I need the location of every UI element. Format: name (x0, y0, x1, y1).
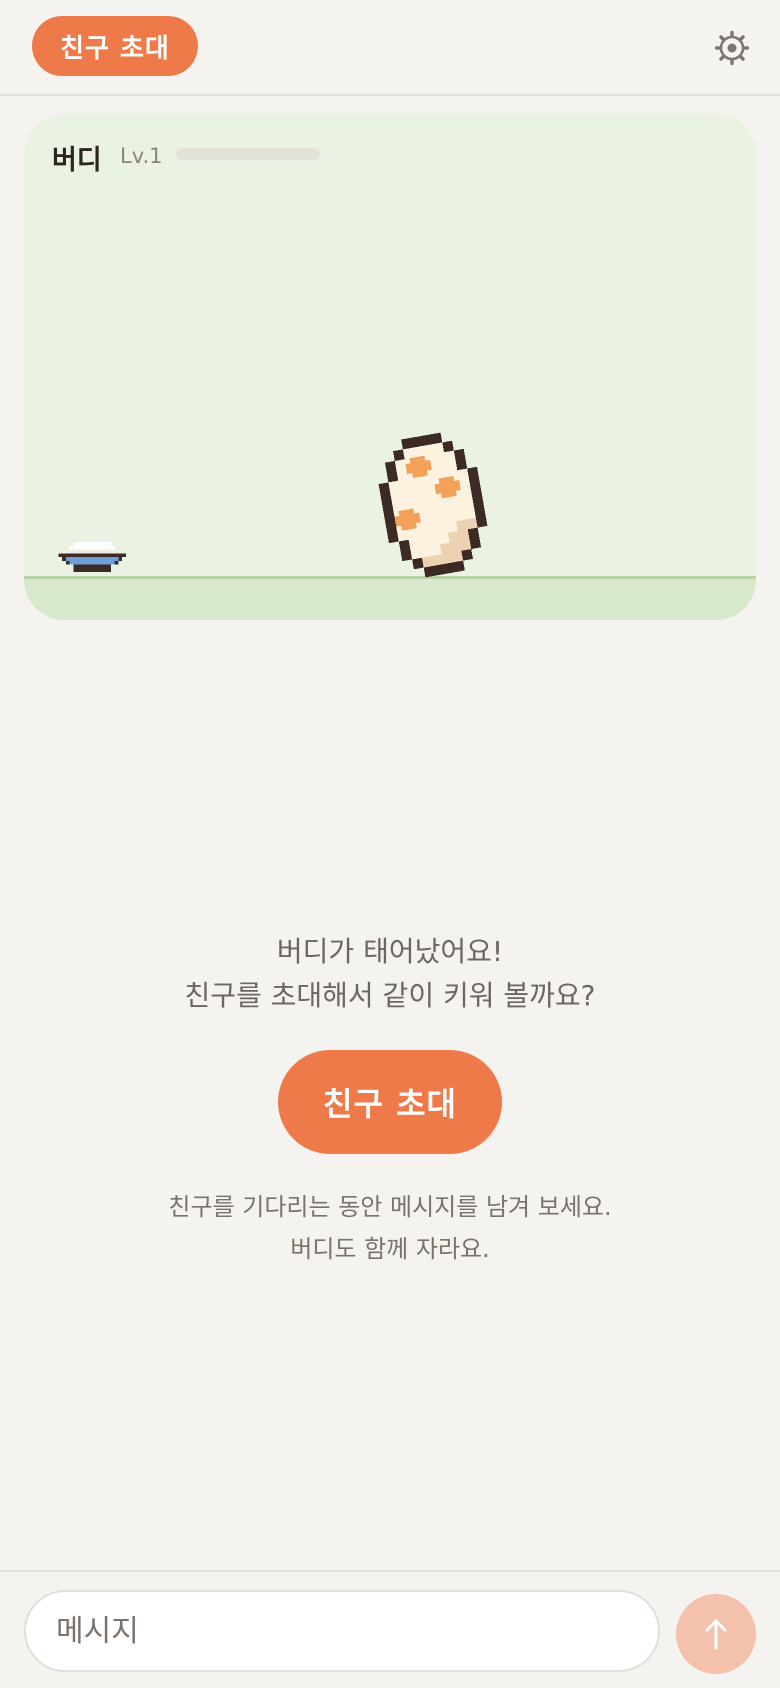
waiting-hint-line2: 버디도 함께 자라요. (290, 1235, 490, 1263)
waiting-hint-line1: 친구를 기다리는 동안 메시지를 남겨 보세요. (168, 1193, 612, 1221)
ground (24, 576, 756, 620)
pet-card: 버디 Lv.1 (24, 114, 756, 620)
waiting-hint: 친구를 기다리는 동안 메시지를 남겨 보세요. 버디도 함께 자라요. (0, 1186, 780, 1270)
message-input[interactable] (24, 1590, 660, 1672)
invite-friend-cta-label: 친구 초대 (323, 1085, 457, 1123)
food-bowl-icon[interactable] (56, 542, 128, 572)
top-bar: 친구 초대 (0, 0, 780, 96)
send-button[interactable] (676, 1594, 756, 1674)
arrow-up-icon (705, 1619, 727, 1650)
invite-friend-button-label: 친구 초대 (60, 33, 170, 64)
gear-icon[interactable] (714, 30, 750, 66)
invite-friend-button[interactable]: 친구 초대 (32, 16, 198, 76)
pet-name: 버디 (52, 145, 102, 176)
hatch-message-line1: 버디가 태어났어요! (276, 935, 504, 968)
pet-level: Lv.1 (120, 144, 163, 168)
hatch-message: 버디가 태어났어요! 친구를 초대해서 같이 키워 볼까요? (0, 930, 780, 1018)
xp-progress-bar (176, 148, 320, 160)
message-composer (0, 1570, 780, 1688)
spotted-egg-icon[interactable] (368, 430, 498, 580)
invite-friend-cta-button[interactable]: 친구 초대 (278, 1050, 502, 1154)
hatch-message-line2: 친구를 초대해서 같이 키워 볼까요? (184, 979, 596, 1012)
